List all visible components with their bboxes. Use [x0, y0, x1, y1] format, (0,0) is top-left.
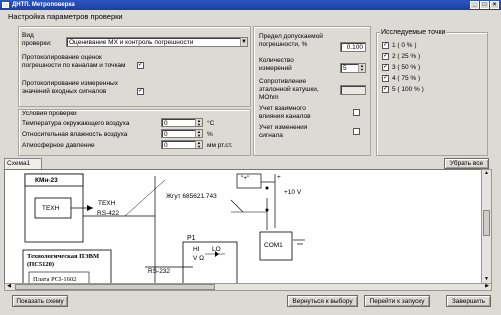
humidity-unit: % [207, 131, 213, 138]
influence-label: Учет взаимного влияния каналов [259, 105, 311, 120]
humidity-value: 0 [164, 131, 168, 138]
finish-button[interactable]: Завершить [446, 295, 491, 307]
points-title: Исследуемые точки [380, 29, 447, 37]
run-button[interactable]: Перейти к запуску [364, 295, 430, 307]
temp-input[interactable]: 0 ▲ ▼ [161, 118, 203, 127]
log-inputs-label: Протоколирование измеренных значений вхо… [22, 80, 118, 95]
point-item-1[interactable]: ✓ 1 ( 0 % ) [382, 40, 424, 51]
point-3-checkbox[interactable]: ✓ [382, 64, 389, 71]
maximize-icon[interactable]: □ [480, 1, 489, 9]
resistance-input[interactable] [340, 85, 366, 95]
lo-label: LO [212, 246, 221, 253]
scheme-canvas[interactable]: КМн-23 ТЕХН ТЕХН RS-422 Жгут 685621.743 … [4, 169, 492, 284]
plus-label: + [277, 174, 281, 181]
rs232-label: RS-232 [148, 268, 171, 275]
tech-pc-model-label: (ПС5120) [27, 261, 55, 268]
points-list: ✓ 1 ( 0 % ) ✓ 2 ( 25 % ) ✓ 3 ( 50 % ) ✓ 4 ( … [382, 40, 424, 95]
check-type-select[interactable]: Оценивание МХ и контроль погрешности ▼ [66, 37, 248, 47]
point-5-label: 5 ( 100 % ) [392, 86, 424, 93]
rs422-label: RS-422 [97, 210, 120, 217]
board-label: Плата PCI-1602 [33, 276, 77, 283]
tab-scheme1[interactable]: Схема1 [4, 158, 42, 169]
humidity-input[interactable]: 0 ▲ ▼ [161, 129, 203, 138]
influence-checkbox[interactable] [353, 109, 360, 116]
point-item-2[interactable]: ✓ 2 ( 25 % ) [382, 51, 424, 62]
log-channels-label: Протоколирование оценок погрешности по к… [22, 54, 126, 69]
remove-all-button[interactable]: Убрать все [444, 158, 489, 169]
check-type-value: Оценивание МХ и контроль погрешности [69, 39, 194, 46]
temp-stepper[interactable]: ▲ ▼ [195, 119, 202, 127]
pressure-input[interactable]: 0 ▲ ▼ [161, 140, 203, 149]
resistance-label: Сопротивление эталонной катушки, МОhm [259, 78, 319, 101]
scroll-down-icon[interactable]: ▼ [482, 276, 491, 283]
pressure-value: 0 [164, 142, 168, 149]
scroll-up-icon[interactable]: ▲ [482, 170, 491, 177]
tekh-line-label: ТЕХН [98, 200, 116, 207]
page-title: Настройка параметров проверки [8, 12, 123, 21]
chevron-down-icon[interactable]: ▼ [240, 38, 247, 46]
show-scheme-button[interactable]: Показать схему [12, 295, 68, 307]
pressure-stepper[interactable]: ▲ ▼ [195, 141, 202, 149]
scroll-left-icon[interactable]: ◀ [5, 283, 13, 290]
vertical-scrollbar[interactable]: ▲ ▼ [481, 169, 492, 284]
title-bar: ДНТП. Метроповерка _ □ × [0, 0, 501, 10]
horizontal-scroll-thumb[interactable] [15, 284, 215, 290]
scheme-diagram [22, 173, 305, 283]
point-item-4[interactable]: ✓ 4 ( 75 % ) [382, 73, 424, 84]
point-item-5[interactable]: ✓ 5 ( 100 % ) [382, 84, 424, 95]
count-input[interactable]: 5 ▲ ▼ [340, 63, 366, 73]
point-1-label: 1 ( 0 % ) [392, 42, 417, 49]
point-4-checkbox[interactable]: ✓ [382, 75, 389, 82]
count-label: Количество измерений [259, 57, 294, 72]
error-limit-label: Предел допускаемой погрешности, % [259, 33, 323, 48]
humidity-label: Относительная влажность воздуха [22, 131, 128, 138]
p1-label: P1 [187, 235, 196, 242]
pressure-label: Атмосферное давление [22, 142, 95, 149]
check-type-label: Вид проверки: [22, 32, 52, 47]
plus10-label: +10 V [284, 189, 302, 196]
tekh-block-label: ТЕХН [42, 205, 60, 212]
log-channels-checkbox[interactable]: ✓ [137, 62, 144, 69]
point-1-checkbox[interactable]: ✓ [382, 42, 389, 49]
kmn-label: КМн-23 [35, 177, 58, 184]
humidity-stepper[interactable]: ▲ ▼ [195, 130, 202, 138]
change-checkbox[interactable] [353, 128, 360, 135]
point-5-checkbox[interactable]: ✓ [382, 86, 389, 93]
count-stepper[interactable]: ▲ ▼ [358, 64, 365, 72]
cable-label: Жгут 685621.743 [166, 193, 217, 200]
log-inputs-checkbox[interactable]: ✓ [137, 88, 144, 95]
app-icon [2, 2, 9, 8]
hi-label: HI [193, 246, 200, 253]
tech-pc-label: Технологическая ПЭВМ [27, 253, 100, 260]
close-icon[interactable]: × [490, 1, 499, 9]
error-limit-input[interactable]: 0.100 [340, 42, 366, 52]
point-3-label: 3 ( 50 % ) [392, 64, 421, 71]
change-label: Учет изменения сигнала [259, 124, 308, 139]
pressure-unit: мм рт.ст. [207, 142, 233, 149]
temp-value: 0 [164, 120, 168, 127]
window-title: ДНТП. Метроповерка [12, 2, 75, 8]
point-2-label: 2 ( 25 % ) [392, 53, 421, 60]
vertical-scroll-thumb[interactable] [483, 210, 490, 236]
horizontal-scrollbar[interactable]: ◀ ▶ [4, 283, 492, 291]
back-button[interactable]: Вернуться к выбору [287, 295, 358, 307]
point-item-3[interactable]: ✓ 3 ( 50 % ) [382, 62, 424, 73]
temp-label: Температура окружающего воздуха [22, 120, 130, 127]
temp-unit: °С [207, 120, 215, 127]
plus-quoted-label: "+" [241, 175, 250, 182]
com1-label: COM1 [264, 242, 283, 249]
scroll-right-icon[interactable]: ▶ [483, 283, 491, 290]
point-4-label: 4 ( 75 % ) [392, 75, 421, 82]
point-2-checkbox[interactable]: ✓ [382, 53, 389, 60]
count-value: 5 [343, 65, 347, 72]
conditions-title: Условия проверки [22, 110, 77, 117]
v-ohm-label: V Ω [193, 255, 205, 262]
minimize-icon[interactable]: _ [470, 1, 479, 9]
